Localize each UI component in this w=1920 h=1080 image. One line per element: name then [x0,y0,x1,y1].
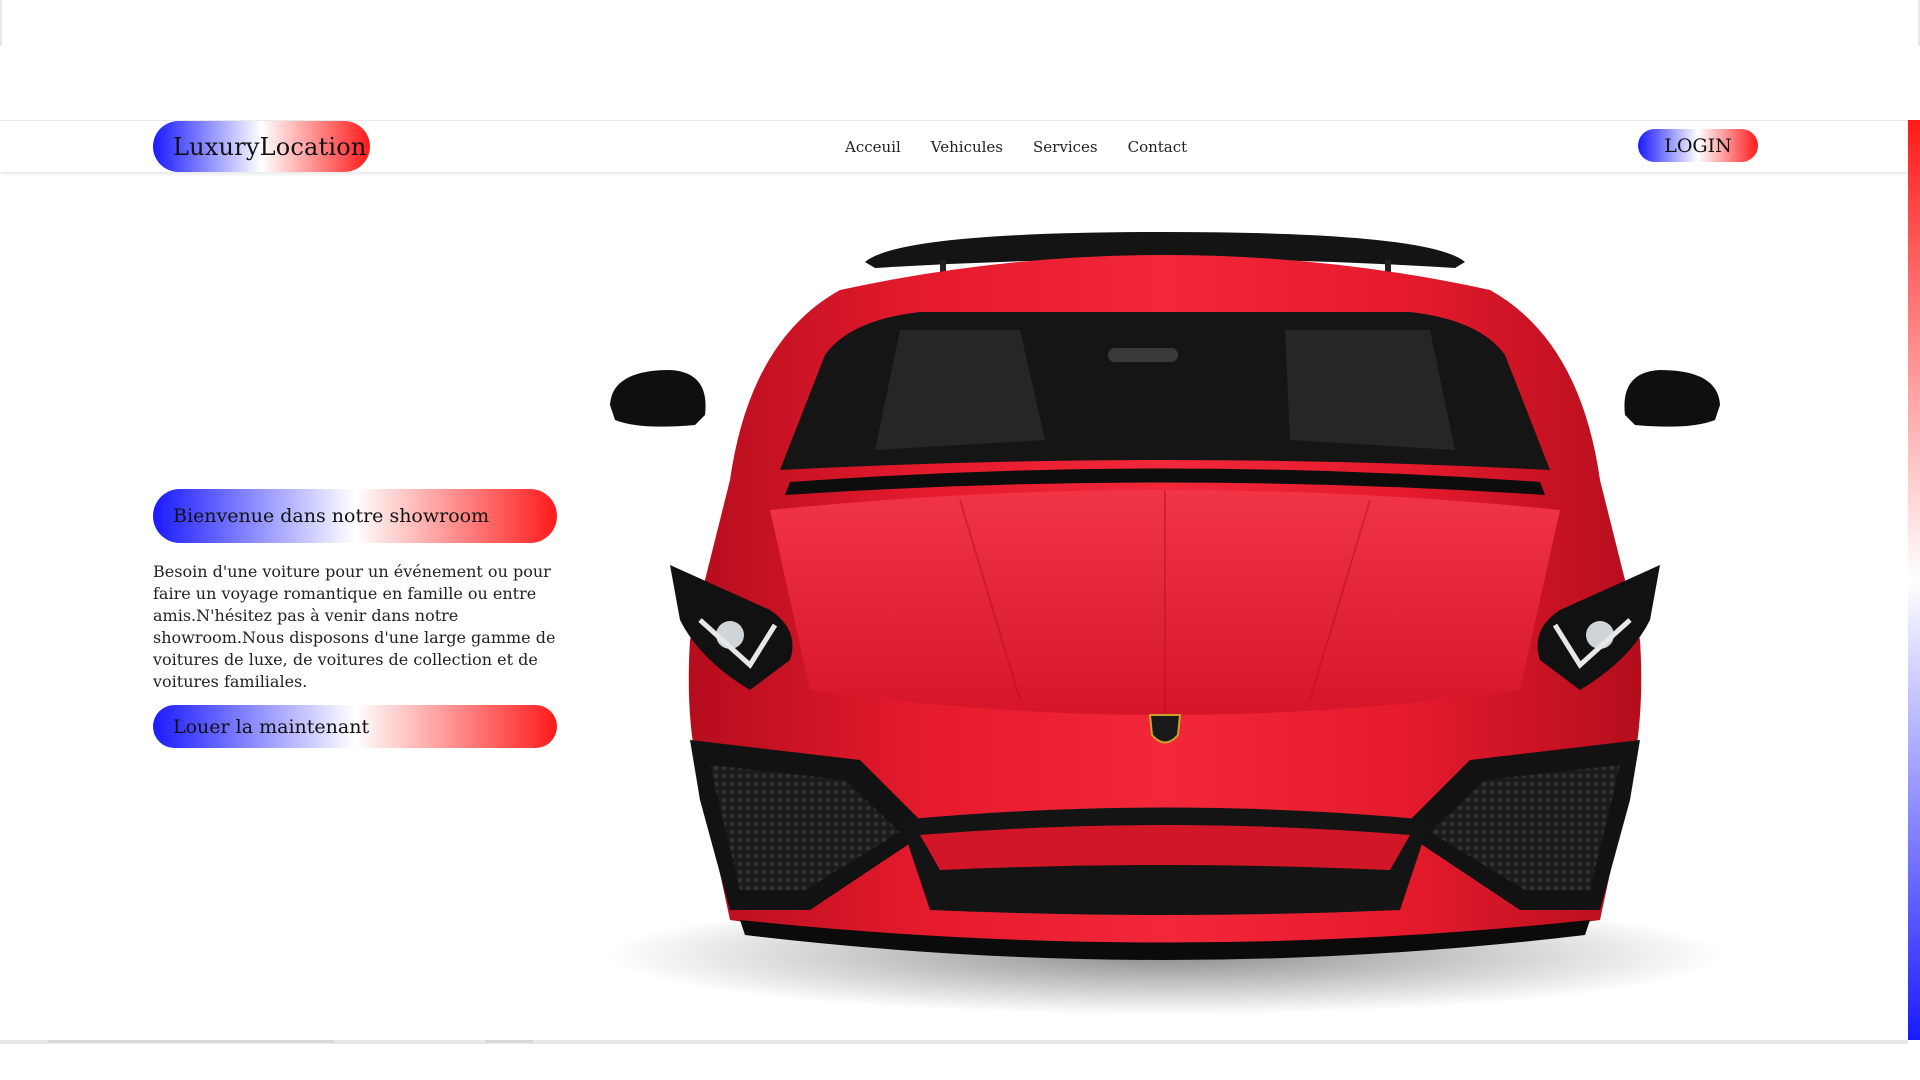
rent-now-button-label: Louer la maintenant [173,715,370,738]
brand-logo[interactable]: LuxuryLocation [153,121,370,172]
login-button[interactable]: LOGIN [1638,129,1758,162]
nav-item-vehicules[interactable]: Vehicules [931,138,1003,156]
bottom-divider-segment [485,1040,533,1043]
login-button-label: LOGIN [1664,134,1732,157]
scrollbar[interactable] [1908,120,1920,1040]
hero-title-text: Bienvenue dans notre showroom [173,505,490,527]
main-nav: Acceuil Vehicules Services Contact [845,121,1187,173]
nav-item-services[interactable]: Services [1033,138,1098,156]
site-header: LuxuryLocation Acceuil Vehicules Service… [0,120,1908,172]
brand-logo-text: LuxuryLocation [173,132,367,161]
rent-now-button[interactable]: Louer la maintenant [153,705,557,748]
red-sports-car-image [605,232,1725,1015]
nav-item-acceuil[interactable]: Acceuil [845,138,901,156]
page: LuxuryLocation Acceuil Vehicules Service… [0,0,1920,1080]
nav-item-contact[interactable]: Contact [1128,138,1188,156]
window-edge-left [0,0,2,46]
bottom-divider-segment [48,1040,334,1043]
hero-description: Besoin d'une voiture pour un événement o… [153,562,556,691]
hero-title: Bienvenue dans notre showroom [153,489,557,543]
